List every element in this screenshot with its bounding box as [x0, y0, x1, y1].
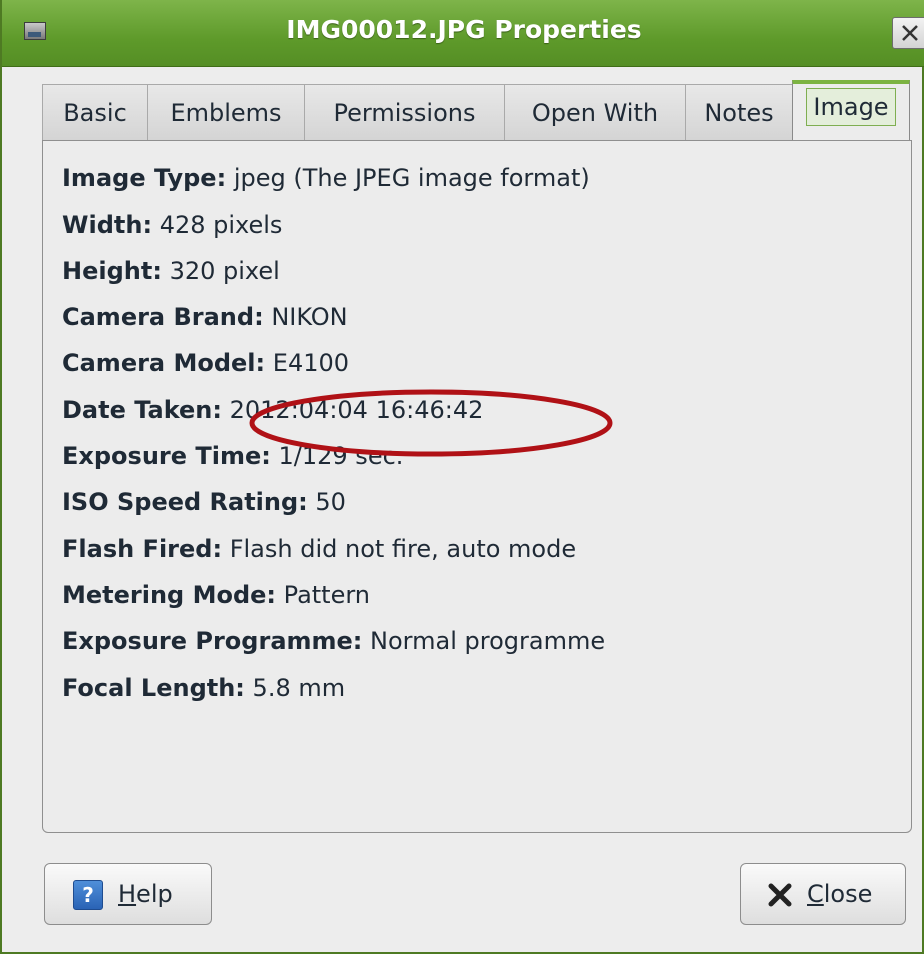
window-title: IMG00012.JPG Properties: [286, 15, 642, 44]
property-key: Camera Brand:: [62, 303, 264, 331]
property-value: 5.8 mm: [252, 674, 346, 702]
help-icon: ?: [73, 880, 103, 910]
property-image-type: Image Type: jpeg (The JPEG image format): [62, 164, 590, 192]
property-flash-fired: Flash Fired: Flash did not fire, auto mo…: [62, 535, 576, 563]
image-properties-panel: [42, 140, 912, 833]
tab-image[interactable]: Image: [792, 80, 910, 140]
property-metering-mode: Metering Mode: Pattern: [62, 581, 370, 609]
property-value: Normal programme: [370, 627, 606, 655]
property-value: Flash did not fire, auto mode: [229, 535, 577, 563]
tab-label: Open With: [531, 99, 659, 127]
close-icon: [902, 25, 918, 41]
tab-basic[interactable]: Basic: [42, 84, 148, 141]
property-value: NIKON: [271, 303, 348, 331]
property-key: Camera Model:: [62, 349, 266, 377]
property-value: 320 pixel: [169, 257, 280, 285]
tab-label: Permissions: [333, 99, 476, 127]
tab-notes[interactable]: Notes: [685, 84, 793, 141]
property-key: Image Type:: [62, 164, 227, 192]
tab-permissions[interactable]: Permissions: [304, 84, 505, 141]
property-key: Date Taken:: [62, 396, 222, 424]
property-value: Pattern: [283, 581, 371, 609]
tab-label: Basic: [63, 99, 127, 127]
help-button[interactable]: ? Help: [44, 863, 212, 925]
close-x-icon: [768, 883, 792, 907]
help-button-label: Help: [118, 880, 173, 908]
tab-bar: Basic Emblems Permissions Open With Note…: [42, 80, 912, 141]
property-key: Flash Fired:: [62, 535, 223, 563]
tab-label: Emblems: [170, 99, 282, 127]
tab-emblems[interactable]: Emblems: [147, 84, 305, 141]
property-height: Height: 320 pixel: [62, 257, 280, 285]
tab-label: Image: [806, 88, 896, 126]
property-key: ISO Speed Rating:: [62, 488, 308, 516]
property-value: jpeg (The JPEG image format): [233, 164, 590, 192]
properties-dialog: IMG00012.JPG Properties Basic Emblems Pe…: [0, 0, 924, 954]
close-button[interactable]: Close: [740, 863, 906, 925]
annotation-ellipse: [249, 389, 613, 457]
property-key: Metering Mode:: [62, 581, 277, 609]
tab-label: Notes: [704, 99, 774, 127]
property-exposure-programme: Exposure Programme: Normal programme: [62, 627, 605, 655]
property-camera-brand: Camera Brand: NIKON: [62, 303, 348, 331]
property-key: Height:: [62, 257, 162, 285]
property-focal-length: Focal Length: 5.8 mm: [62, 674, 345, 702]
window-close-button[interactable]: [892, 17, 924, 49]
property-key: Exposure Programme:: [62, 627, 363, 655]
property-camera-model: Camera Model: E4100: [62, 349, 349, 377]
property-value: 50: [315, 488, 346, 516]
property-key: Focal Length:: [62, 674, 245, 702]
tab-open-with[interactable]: Open With: [504, 84, 686, 141]
property-iso-speed: ISO Speed Rating: 50: [62, 488, 346, 516]
close-button-label: Close: [807, 880, 873, 908]
property-width: Width: 428 pixels: [62, 211, 282, 239]
property-value: E4100: [272, 349, 350, 377]
property-value: 428 pixels: [159, 211, 283, 239]
property-key: Exposure Time:: [62, 442, 271, 470]
title-bar[interactable]: IMG00012.JPG Properties: [2, 0, 924, 67]
property-key: Width:: [62, 211, 153, 239]
